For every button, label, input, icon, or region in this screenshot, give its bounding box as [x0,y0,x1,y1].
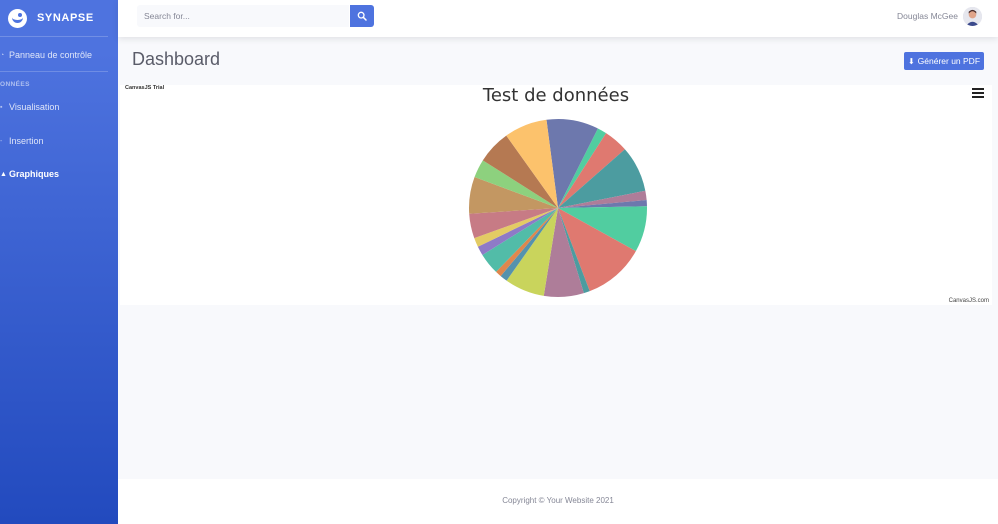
sidebar-item-panneau[interactable]: ◔ Panneau de contrôle [0,46,118,64]
chart-icon: ▪ [0,103,3,111]
chart-card: CanvasJS Trial Test de données CanvasJS.… [120,85,992,305]
sidebar-item-visualisation[interactable]: ▪ Visualisation [0,98,118,116]
brand[interactable]: SYNAPSE [0,0,118,36]
generate-pdf-label: Générer un PDF [917,56,981,66]
search-button[interactable] [350,5,374,27]
sidebar-divider [0,71,108,72]
sidebar: SYNAPSE ◔ Panneau de contrôle ONNÉES ▪ V… [0,0,118,524]
user-avatar-icon [963,7,982,26]
download-icon: ⬇ [907,56,915,66]
user-name[interactable]: Douglas McGee [897,11,958,21]
page-title: Dashboard [132,49,221,69]
dashboard-icon: ◔ [0,51,5,59]
chart-title: Test de données [482,85,630,106]
search-icon [357,11,367,21]
brand-name: SYNAPSE [37,12,94,24]
chart-credit[interactable]: CanvasJS.com [949,298,989,304]
sidebar-item-label: Panneau de contrôle [9,50,93,60]
generate-pdf-button[interactable]: ⬇ Générer un PDF [904,52,984,70]
insert-icon: - [0,137,3,145]
footer-copyright: Copyright © Your Website 2021 [502,496,614,505]
sidebar-item-label: Visualisation [9,102,60,112]
sidebar-item-insertion[interactable]: - Insertion [0,132,118,150]
footer: Copyright © Your Website 2021 [118,479,998,524]
graph-icon: ▲ [0,170,7,178]
search-input[interactable] [137,5,349,27]
sidebar-section-heading: ONNÉES [0,81,30,88]
pie-chart [469,119,647,297]
sidebar-item-graphiques[interactable]: ▲ Graphiques [0,165,118,183]
sidebar-item-label: Insertion [9,136,44,146]
sidebar-item-label: Graphiques [9,169,60,179]
avatar[interactable] [963,7,982,26]
topbar: Douglas McGee [118,0,998,37]
sidebar-divider [0,36,108,37]
chart-menu-icon[interactable] [972,88,984,98]
brand-logo-icon [8,8,27,28]
